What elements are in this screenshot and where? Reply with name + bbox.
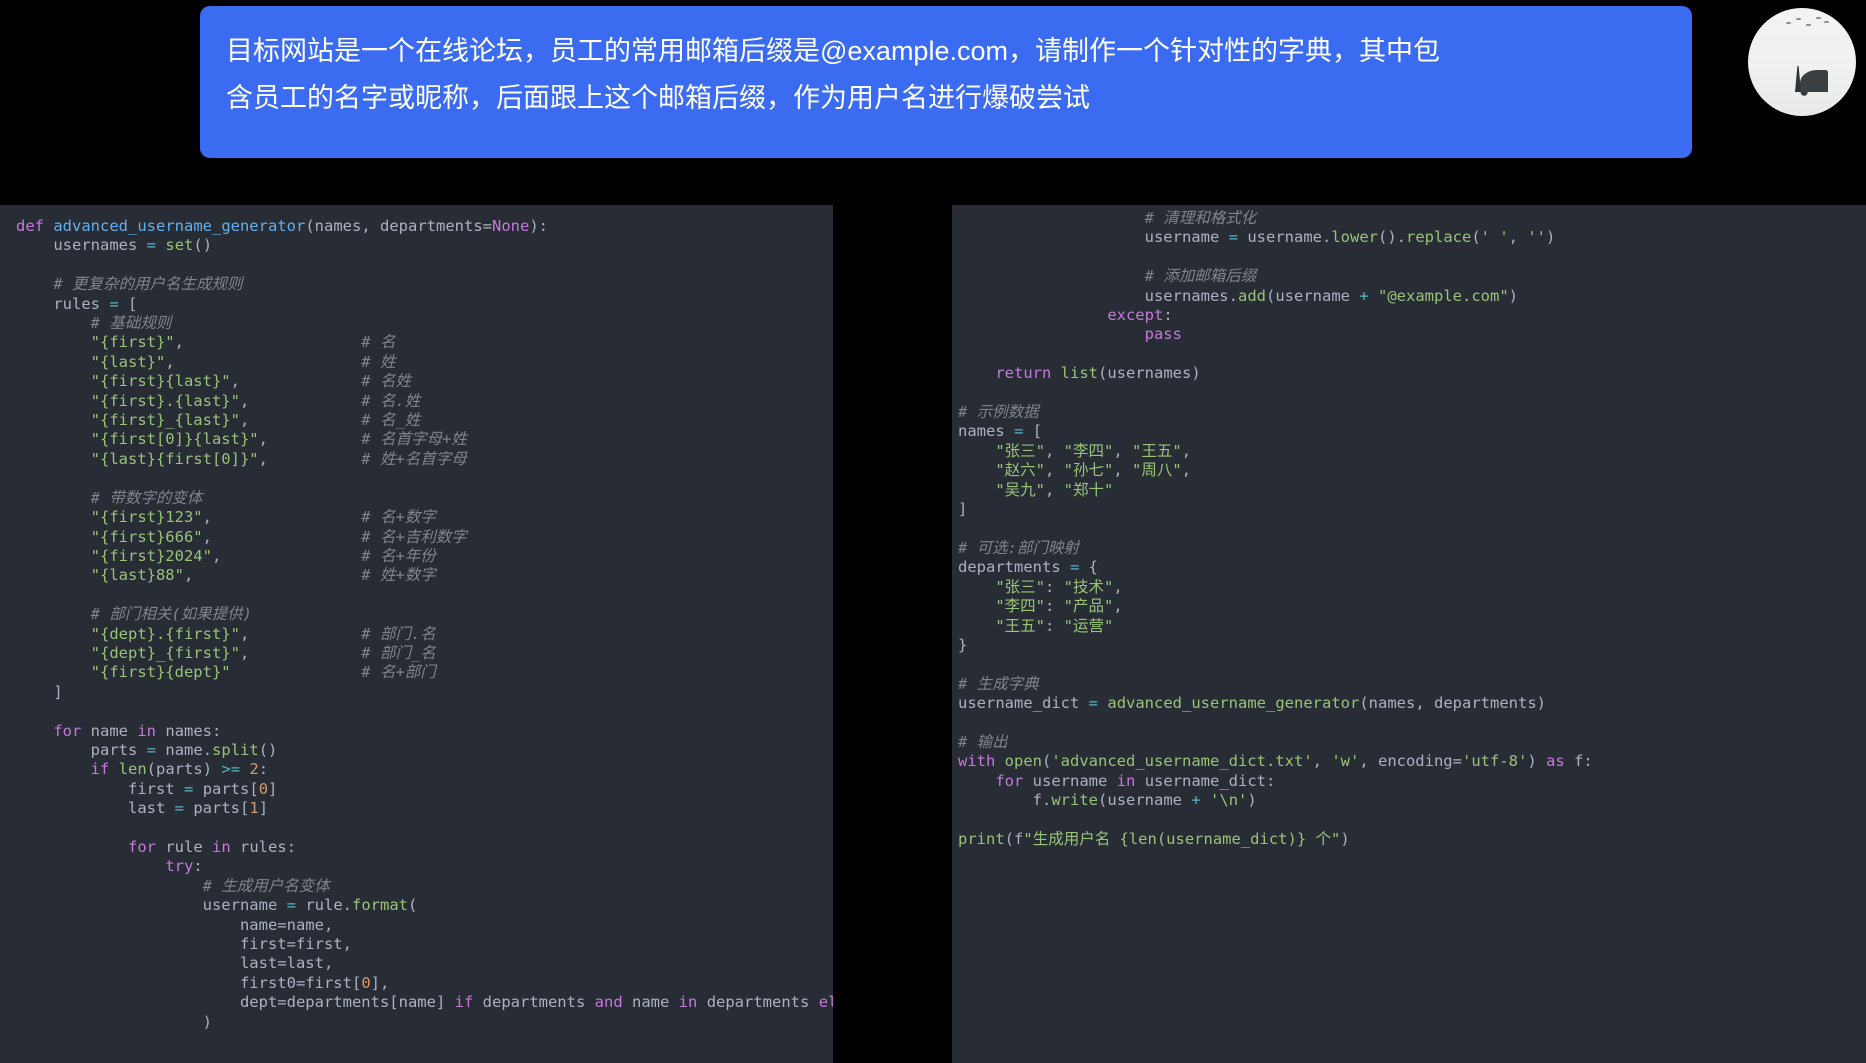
user-message-line-1: 目标网站是一个在线论坛，员工的常用邮箱后缀是@example.com，请制作一个… (226, 36, 1440, 66)
code-block-left: def advanced_username_generator(names, d… (0, 217, 833, 1032)
code-panel-right[interactable]: # 清理和格式化 username = username.lower().rep… (952, 205, 1766, 1063)
code-lines-left: def advanced_username_generator(names, d… (16, 217, 833, 1031)
code-panel-left[interactable]: def advanced_username_generator(names, d… (0, 205, 833, 1063)
avatar-hill (1800, 70, 1828, 92)
user-message-bubble: 目标网站是一个在线论坛，员工的常用邮箱后缀是@example.com，请制作一个… (200, 6, 1692, 158)
code-block-right: # 清理和格式化 username = username.lower().rep… (952, 205, 1766, 849)
code-area: def advanced_username_generator(names, d… (0, 165, 1866, 1063)
user-message-line-2: 含员工的名字或昵称，后面跟上这个邮箱后缀，作为用户名进行爆破尝试 (226, 83, 1090, 113)
code-panel-right-edge (1766, 205, 1866, 1063)
avatar[interactable] (1748, 8, 1856, 116)
chat-header-row: 目标网站是一个在线论坛，员工的常用邮箱后缀是@example.com，请制作一个… (0, 0, 1866, 165)
code-lines-right: # 清理和格式化 username = username.lower().rep… (958, 209, 1593, 848)
